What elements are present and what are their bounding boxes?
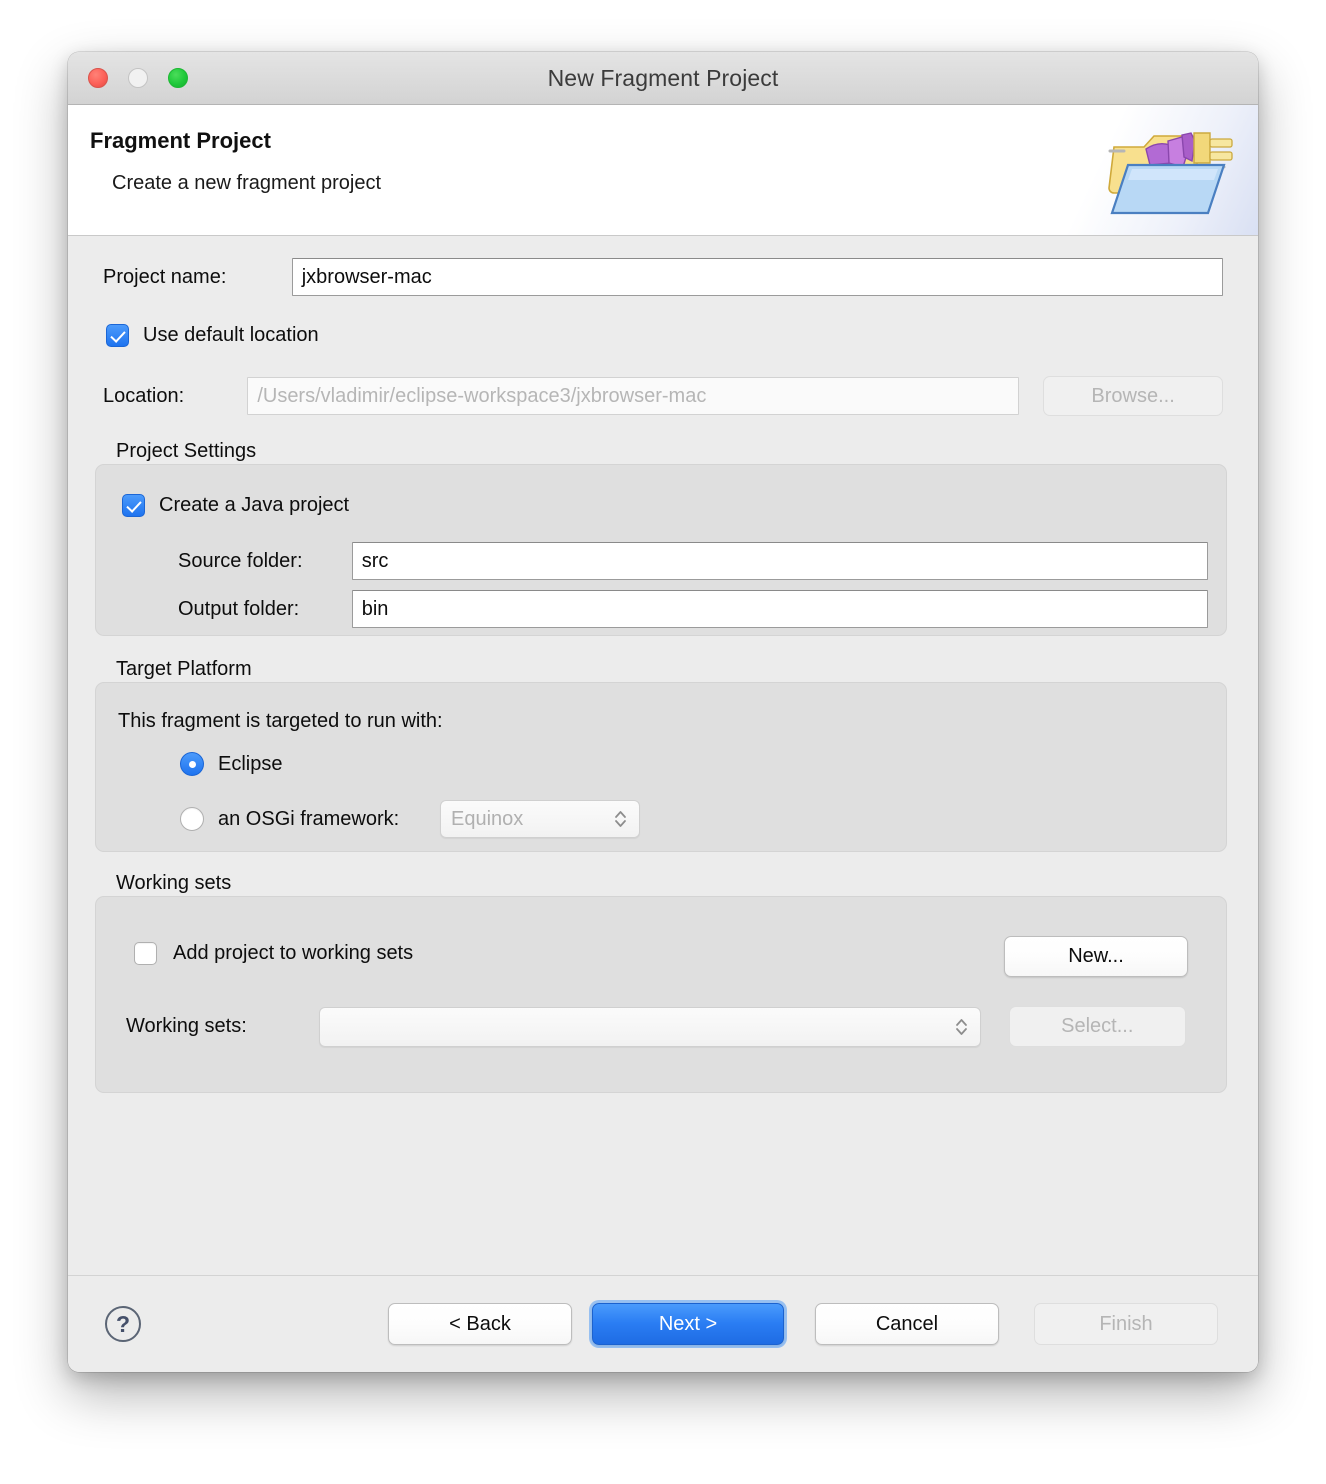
add-to-working-sets-checkbox[interactable] [134, 942, 157, 965]
svg-text:?: ? [116, 1311, 130, 1337]
create-java-project-row[interactable]: Create a Java project [122, 494, 349, 517]
target-platform-group-label: Target Platform [116, 658, 252, 680]
project-name-input[interactable]: jxbrowser-mac [291, 258, 1223, 296]
next-button[interactable]: Next > [592, 1303, 784, 1345]
chevron-updown-icon [955, 1017, 968, 1037]
project-name-label: Project name: [103, 265, 227, 288]
project-name-row: Project name: jxbrowser-mac [103, 258, 1223, 296]
working-sets-label: Working sets: [126, 1015, 247, 1037]
source-folder-label: Source folder: [178, 549, 303, 572]
target-osgi-label: an OSGi framework: [218, 807, 400, 830]
new-fragment-project-dialog: New Fragment Project Fragment Project Cr… [68, 52, 1258, 1372]
use-default-location-row[interactable]: Use default location [106, 324, 319, 347]
folder-plug-icon [1102, 119, 1242, 228]
dialog-body: Project name: jxbrowser-mac Use default … [68, 236, 1258, 1275]
working-sets-panel [95, 896, 1227, 1093]
output-folder-row: Output folder: bin [178, 590, 1208, 628]
browse-button[interactable]: Browse... [1043, 376, 1224, 416]
new-working-set-button[interactable]: New... [1004, 936, 1188, 977]
use-default-location-label: Use default location [143, 324, 319, 346]
source-folder-input[interactable]: src [351, 542, 1208, 580]
back-button[interactable]: < Back [388, 1303, 572, 1345]
window-titlebar: New Fragment Project [68, 52, 1258, 105]
working-sets-combo[interactable] [319, 1006, 981, 1047]
wizard-header: Fragment Project Create a new fragment p… [68, 105, 1258, 236]
use-default-location-checkbox[interactable] [106, 324, 129, 347]
dialog-footer: ? < Back Next > Cancel Finish [68, 1275, 1258, 1372]
chevron-updown-icon [614, 809, 627, 829]
output-folder-input[interactable]: bin [351, 590, 1208, 628]
create-java-project-checkbox[interactable] [122, 494, 145, 517]
target-osgi-radio[interactable] [180, 807, 204, 831]
osgi-framework-combo[interactable]: Equinox [440, 800, 640, 838]
working-sets-group-label: Working sets [116, 872, 232, 894]
location-row: Location: /Users/vladimir/eclipse-worksp… [103, 376, 1224, 416]
project-settings-group-label: Project Settings [116, 440, 257, 462]
select-working-set-button[interactable]: Select... [1008, 1006, 1187, 1047]
traffic-light-group [88, 52, 188, 104]
minimize-window-icon[interactable] [128, 68, 148, 88]
working-sets-select-row: Working sets: Select... [126, 1006, 1187, 1047]
add-to-working-sets-row[interactable]: Add project to working sets [134, 942, 413, 965]
window-title: New Fragment Project [547, 64, 779, 91]
target-eclipse-radio[interactable] [180, 752, 204, 776]
question-mark-icon[interactable]: ? [104, 1305, 142, 1343]
cancel-button[interactable]: Cancel [815, 1303, 999, 1345]
target-platform-prompt: This fragment is targeted to run with: [118, 710, 443, 732]
close-window-icon[interactable] [88, 68, 108, 88]
location-input[interactable]: /Users/vladimir/eclipse-workspace3/jxbro… [247, 377, 1020, 415]
location-label: Location: [103, 384, 185, 407]
create-java-project-label: Create a Java project [159, 494, 350, 516]
zoom-window-icon[interactable] [168, 68, 188, 88]
source-folder-row: Source folder: src [178, 542, 1208, 580]
osgi-framework-value: Equinox [451, 807, 524, 830]
add-to-working-sets-label: Add project to working sets [173, 942, 414, 964]
finish-button[interactable]: Finish [1034, 1303, 1218, 1345]
target-eclipse-row[interactable]: Eclipse [180, 752, 282, 776]
target-osgi-row[interactable]: an OSGi framework: Equinox [180, 800, 640, 838]
target-eclipse-label: Eclipse [218, 752, 283, 775]
output-folder-label: Output folder: [178, 597, 300, 620]
